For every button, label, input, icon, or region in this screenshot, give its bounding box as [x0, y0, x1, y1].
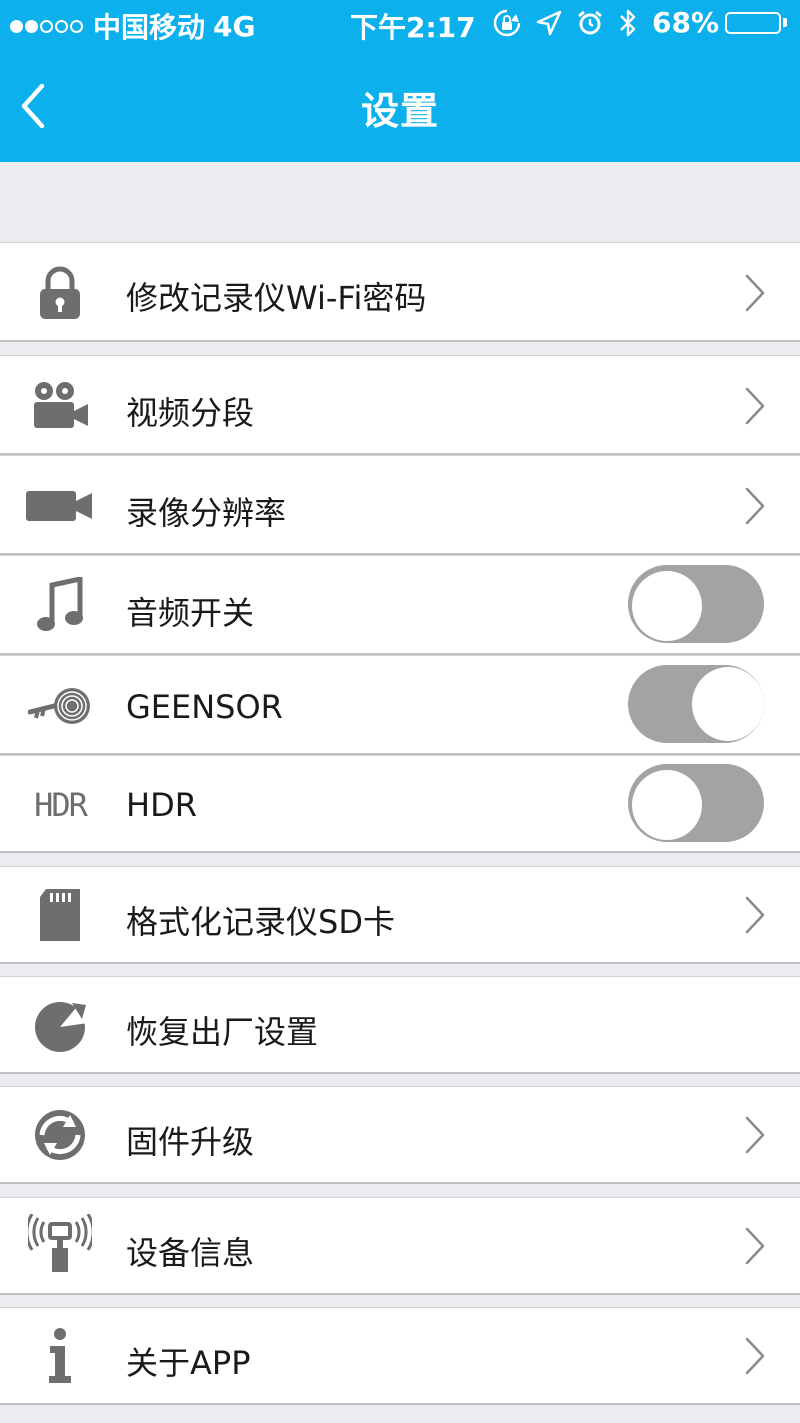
g-sensor-icon — [26, 674, 94, 738]
chevron-right-icon — [745, 1227, 765, 1265]
signal-strength-icon — [10, 19, 85, 33]
settings-item-hdr: HDR HDR — [0, 755, 800, 853]
audio-toggle[interactable] — [628, 565, 764, 643]
chevron-right-icon — [745, 1116, 765, 1154]
battery-percent: 68% — [652, 6, 720, 39]
bluetooth-icon — [618, 8, 638, 38]
settings-item-label: 固件升级 — [126, 1123, 255, 1161]
settings-item-label: GEENSOR — [126, 688, 283, 726]
alarm-icon — [576, 9, 604, 37]
firmware-upgrade-icon — [26, 1103, 94, 1167]
hdr-icon: HDR — [34, 786, 88, 824]
info-icon — [26, 1324, 94, 1388]
chevron-right-icon — [745, 487, 765, 525]
restore-icon — [26, 993, 94, 1057]
settings-item-label: 设备信息 — [126, 1234, 255, 1272]
battery-icon — [725, 11, 788, 34]
network-type: 4G — [213, 9, 256, 43]
sd-card-icon — [26, 883, 94, 947]
settings-item-label: 录像分辨率 — [126, 494, 287, 532]
settings-item-label: 关于APP — [126, 1344, 251, 1382]
nav-header: 中国移动 4G 下午2:17 68% 设置 — [0, 0, 800, 162]
lock-icon — [26, 261, 94, 325]
chevron-right-icon — [745, 274, 765, 312]
settings-item-wifi-password[interactable]: 修改记录仪Wi-Fi密码 — [0, 242, 800, 342]
settings-item-resolution[interactable]: 录像分辨率 — [0, 455, 800, 555]
status-time: 下午2:17 — [350, 11, 476, 44]
status-icons: 68% — [492, 6, 788, 39]
settings-item-gsensor: GEENSOR — [0, 655, 800, 755]
settings-item-format-sd[interactable]: 格式化记录仪SD卡 — [0, 866, 800, 964]
music-note-icon — [26, 574, 94, 638]
settings-item-device-info[interactable]: 设备信息 — [0, 1197, 800, 1295]
rotation-lock-icon — [492, 8, 522, 38]
hdr-toggle[interactable] — [628, 764, 764, 842]
camcorder-icon — [26, 474, 94, 538]
toggle-knob — [632, 571, 702, 641]
settings-item-factory-reset[interactable]: 恢复出厂设置 — [0, 976, 800, 1074]
video-camera-icon — [26, 374, 94, 438]
settings-item-label: 视频分段 — [126, 394, 255, 432]
chevron-right-icon — [745, 387, 765, 425]
toggle-knob — [632, 770, 702, 840]
page-title: 设置 — [360, 89, 439, 133]
settings-item-audio: 音频开关 — [0, 555, 800, 655]
settings-item-label: HDR — [126, 786, 197, 824]
settings-item-label: 恢复出厂设置 — [126, 1013, 319, 1051]
location-arrow-icon — [536, 10, 562, 36]
settings-item-about-app[interactable]: 关于APP — [0, 1307, 800, 1405]
settings-item-label: 音频开关 — [126, 594, 255, 632]
settings-item-label: 修改记录仪Wi-Fi密码 — [126, 279, 427, 317]
device-signal-icon — [26, 1212, 94, 1276]
toggle-knob — [692, 667, 764, 741]
chevron-right-icon — [745, 1337, 765, 1375]
carrier-name: 中国移动 — [93, 11, 206, 44]
chevron-right-icon — [745, 896, 765, 934]
status-bar: 中国移动 4G 下午2:17 68% — [0, 0, 800, 48]
settings-item-label: 格式化记录仪SD卡 — [126, 903, 395, 941]
gsensor-toggle[interactable] — [628, 665, 764, 743]
carrier-group: 中国移动 4G — [10, 6, 255, 46]
settings-item-firmware-upgrade[interactable]: 固件升级 — [0, 1086, 800, 1184]
settings-item-video-segment[interactable]: 视频分段 — [0, 355, 800, 455]
